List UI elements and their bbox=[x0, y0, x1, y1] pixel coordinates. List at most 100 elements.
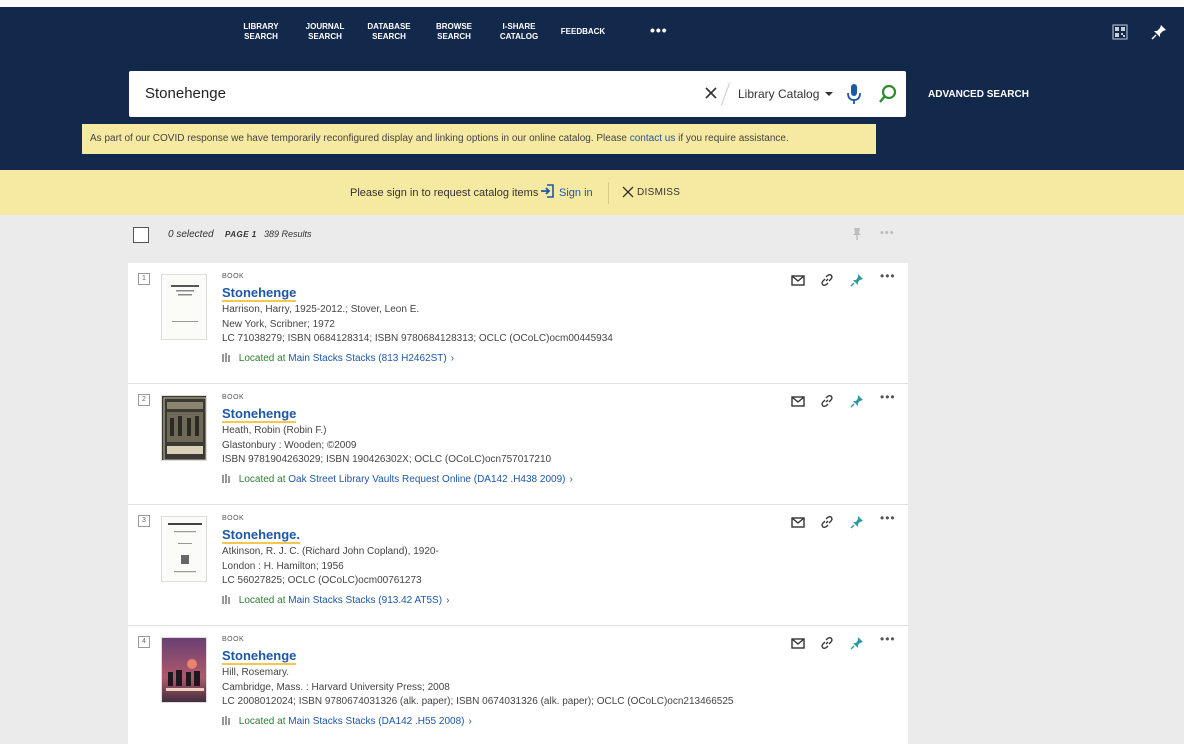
location-link[interactable]: Main Stacks Stacks (DA142 .H55 2008) bbox=[288, 716, 464, 727]
result-title[interactable]: Stonehenge bbox=[222, 406, 297, 423]
result-author: Hill, Rosemary. bbox=[222, 667, 290, 678]
material-type: BOOK bbox=[222, 273, 245, 280]
dismiss-button[interactable]: DISMISS bbox=[637, 187, 680, 198]
location-link[interactable]: Oak Street Library Vaults Request Online… bbox=[288, 474, 565, 485]
link-icon[interactable] bbox=[820, 273, 834, 287]
book-cover-thumbnail[interactable] bbox=[161, 395, 207, 461]
email-icon[interactable] bbox=[791, 515, 805, 529]
search-input[interactable]: Stonehenge bbox=[145, 85, 226, 102]
email-icon[interactable] bbox=[791, 394, 805, 408]
link-icon[interactable] bbox=[820, 515, 834, 529]
nav-feedback[interactable]: FEEDBACK bbox=[551, 27, 615, 37]
search-area: Stonehenge Library Catalog ADVANCED SEAR… bbox=[0, 56, 1184, 170]
result-identifiers: LC 71038279; ISBN 0684128314; ISBN 97806… bbox=[222, 333, 613, 344]
select-all-checkbox[interactable] bbox=[133, 227, 149, 243]
email-icon[interactable] bbox=[791, 273, 805, 287]
chevron-right-icon: › bbox=[450, 353, 455, 364]
book-cover-thumbnail[interactable] bbox=[161, 516, 207, 582]
top-navigation: LIBRARY SEARCH JOURNAL SEARCH DATABASE SEAR… bbox=[0, 0, 1184, 56]
result-publication: Glastonbury : Wooden; ©2009 bbox=[222, 440, 357, 451]
sign-in-button[interactable]: Sign in bbox=[559, 187, 593, 199]
sign-in-banner: Please sign in to request catalog items … bbox=[0, 170, 1184, 215]
result-item[interactable]: 4 BOOK Stonehenge Hill, Rosemary. Cambri… bbox=[128, 626, 908, 744]
material-type: BOOK bbox=[222, 394, 245, 401]
result-author: Atkinson, R. J. C. (Richard John Copland… bbox=[222, 546, 439, 557]
result-number: 4 bbox=[138, 636, 150, 648]
close-icon[interactable] bbox=[622, 186, 634, 198]
result-item[interactable]: 2 BOOK Stonehenge Heath, Robin (Robin F.… bbox=[128, 384, 908, 505]
link-icon[interactable] bbox=[820, 394, 834, 408]
pin-icon[interactable] bbox=[850, 636, 864, 650]
result-identifiers: ISBN 9781904263029; ISBN 190426302X; OCL… bbox=[222, 454, 552, 465]
nav-ishare-catalog[interactable]: I-SHARE CATALOG bbox=[487, 22, 551, 42]
book-icon bbox=[222, 474, 230, 483]
result-title[interactable]: Stonehenge bbox=[222, 648, 297, 665]
result-title[interactable]: Stonehenge. bbox=[222, 527, 301, 544]
more-actions-button[interactable]: ••• bbox=[880, 390, 896, 404]
result-item[interactable]: 3 BOOK Stonehenge. Atkinson, R. J. C. (R… bbox=[128, 505, 908, 626]
result-identifiers: LC 2008012024; ISBN 9780674031326 (alk. … bbox=[222, 696, 734, 707]
sign-in-message: Please sign in to request catalog items bbox=[350, 187, 539, 199]
search-scope-select[interactable]: Library Catalog bbox=[738, 87, 819, 101]
more-actions-button[interactable]: ••• bbox=[880, 632, 896, 646]
chevron-down-icon[interactable] bbox=[825, 92, 833, 96]
book-icon bbox=[222, 595, 230, 604]
availability-line[interactable]: Located at Oak Street Library Vaults Req… bbox=[222, 474, 573, 485]
result-item[interactable]: 1 BOOK Stonehenge Harrison, Harry, 1925-… bbox=[128, 263, 908, 384]
link-icon[interactable] bbox=[820, 636, 834, 650]
book-icon bbox=[222, 716, 230, 725]
results-list: 1 BOOK Stonehenge Harrison, Harry, 1925-… bbox=[128, 263, 908, 744]
result-identifiers: LC 56027825; OCLC (OCoLC)ocm00761273 bbox=[222, 575, 422, 586]
chevron-right-icon: › bbox=[569, 474, 573, 485]
scope-divider bbox=[720, 82, 731, 106]
pin-icon[interactable] bbox=[850, 227, 864, 241]
microphone-icon[interactable] bbox=[845, 82, 863, 106]
result-title[interactable]: Stonehenge bbox=[222, 285, 297, 302]
email-icon[interactable] bbox=[791, 636, 805, 650]
availability-line[interactable]: Located at Main Stacks Stacks (813 H2462… bbox=[222, 353, 454, 364]
result-author: Heath, Robin (Robin F.) bbox=[222, 425, 327, 436]
availability-line[interactable]: Located at Main Stacks Stacks (913.42 AT… bbox=[222, 595, 449, 606]
result-number: 2 bbox=[138, 394, 150, 406]
book-cover-thumbnail[interactable] bbox=[161, 274, 207, 340]
sign-in-icon[interactable] bbox=[539, 183, 555, 199]
pin-icon[interactable] bbox=[850, 273, 864, 287]
result-publication: London : H. Hamilton; 1956 bbox=[222, 561, 344, 572]
result-number: 1 bbox=[138, 273, 150, 285]
search-icon[interactable] bbox=[877, 83, 899, 105]
right-panel bbox=[908, 215, 1184, 744]
page-indicator: PAGE 1 bbox=[225, 230, 257, 239]
nav-journal-search[interactable]: JOURNAL SEARCH bbox=[293, 22, 357, 42]
selected-count: 0 selected bbox=[168, 229, 214, 240]
more-actions-button[interactable]: ••• bbox=[880, 269, 896, 283]
results-header: 0 selected PAGE 1 389 Results ••• bbox=[130, 226, 908, 246]
nav-library-search[interactable]: LIBRARY SEARCH bbox=[229, 22, 293, 42]
chevron-right-icon: › bbox=[468, 716, 472, 727]
location-link[interactable]: Main Stacks Stacks (913.42 AT5S) bbox=[288, 595, 442, 606]
nav-database-search[interactable]: DATABASE SEARCH bbox=[357, 22, 421, 42]
result-author: Harrison, Harry, 1925-2012.; Stover, Leo… bbox=[222, 304, 420, 315]
material-type: BOOK bbox=[222, 636, 245, 643]
results-count: 389 Results bbox=[264, 229, 312, 239]
nav-menu: LIBRARY SEARCH JOURNAL SEARCH DATABASE SEAR… bbox=[229, 7, 615, 56]
advanced-search-link[interactable]: ADVANCED SEARCH bbox=[928, 89, 1029, 100]
clear-search-icon[interactable] bbox=[702, 84, 720, 102]
banner-divider bbox=[608, 182, 609, 204]
contact-us-link[interactable]: contact us bbox=[630, 133, 676, 144]
result-publication: New York, Scribner; 1972 bbox=[222, 319, 335, 330]
pin-icon[interactable] bbox=[850, 394, 864, 408]
availability-line[interactable]: Located at Main Stacks Stacks (DA142 .H5… bbox=[222, 716, 472, 727]
nav-browse-search[interactable]: BROWSE SEARCH bbox=[421, 22, 487, 42]
chevron-right-icon: › bbox=[446, 595, 450, 606]
more-actions-button[interactable]: ••• bbox=[880, 227, 895, 239]
pin-icon[interactable] bbox=[850, 515, 864, 529]
nav-more-button[interactable]: ••• bbox=[650, 22, 668, 38]
book-icon bbox=[222, 353, 230, 362]
more-actions-button[interactable]: ••• bbox=[880, 511, 896, 525]
book-cover-thumbnail[interactable] bbox=[161, 637, 207, 703]
material-type: BOOK bbox=[222, 515, 245, 522]
location-link[interactable]: Main Stacks Stacks (813 H2462ST) bbox=[288, 353, 446, 364]
qr-code-icon[interactable] bbox=[1112, 24, 1128, 40]
pin-icon[interactable] bbox=[1151, 24, 1167, 40]
result-number: 3 bbox=[138, 515, 150, 527]
